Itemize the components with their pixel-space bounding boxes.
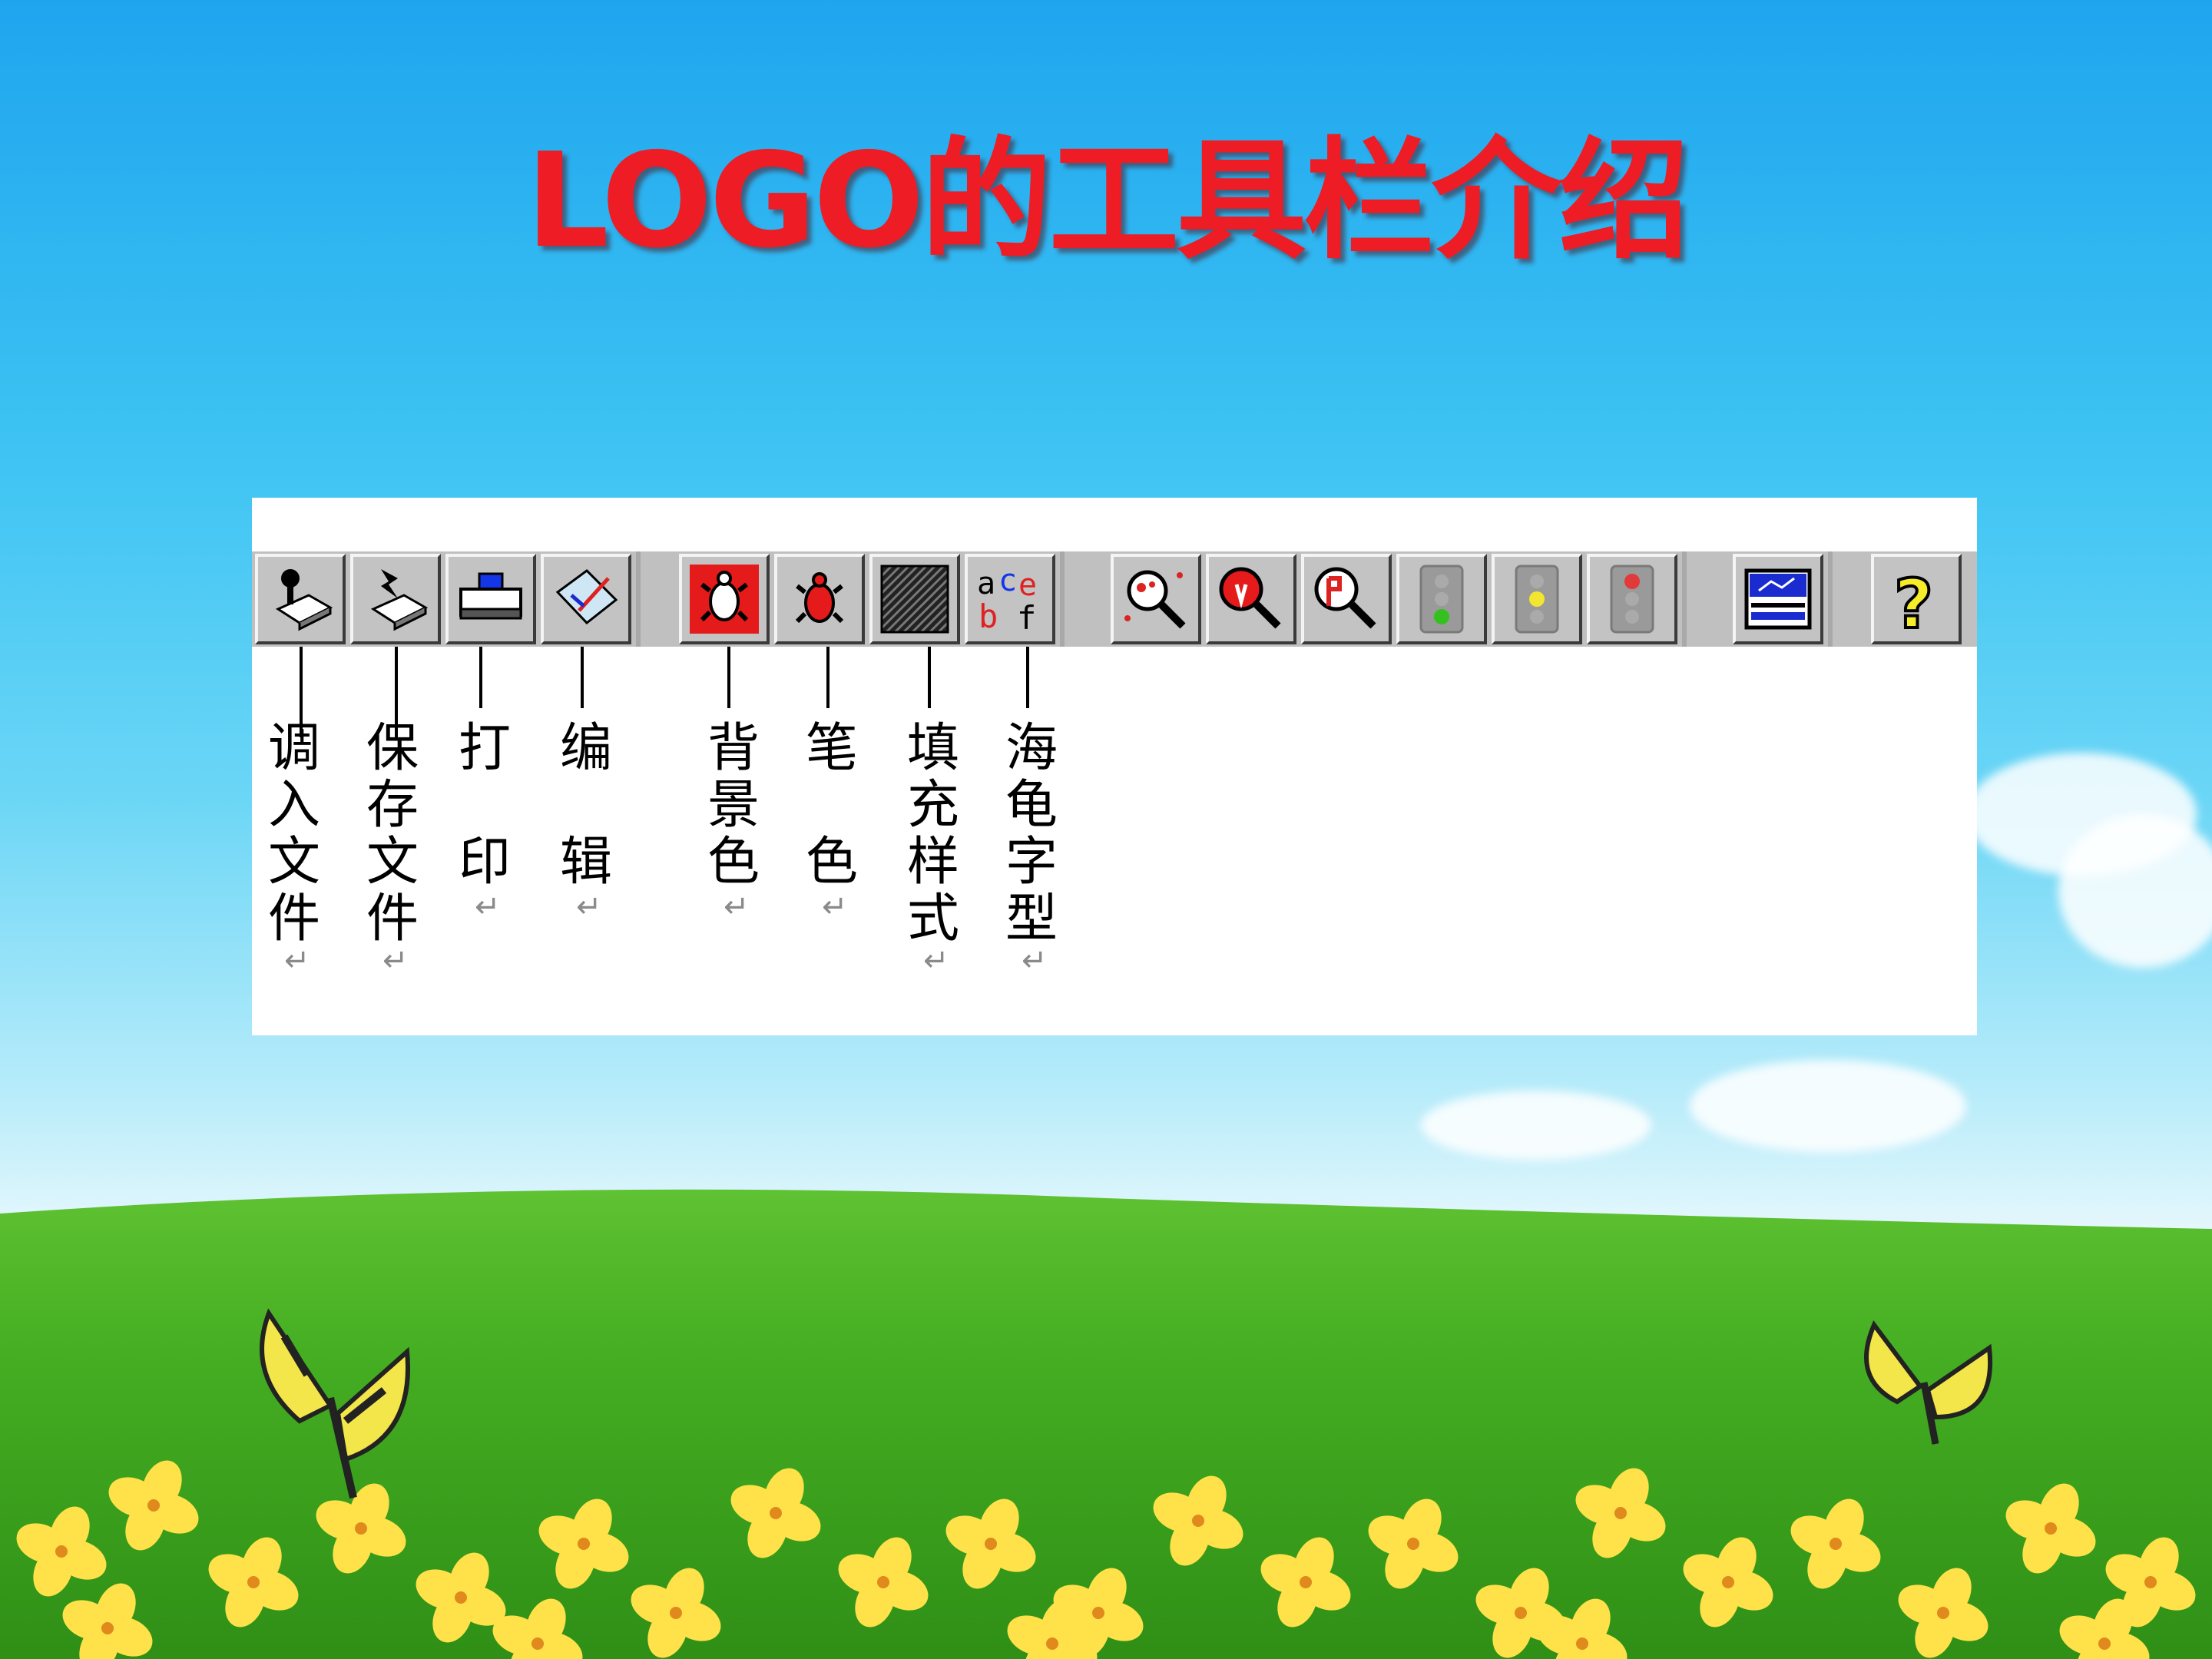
run-green-button[interactable] (1396, 554, 1487, 644)
zoom-in-icon (1219, 567, 1281, 629)
leader-line (1026, 647, 1029, 708)
screen-button[interactable] (1733, 554, 1823, 644)
slide: LOGO的工具栏介绍 a c e b f ? 调 入 文 件 保 存 文 件 打… (0, 0, 2212, 1659)
run-yellow-button[interactable] (1492, 554, 1582, 644)
leader-line (928, 647, 931, 708)
svg-text:e: e (1018, 568, 1037, 603)
cloud (1421, 1091, 1651, 1160)
zoom-button[interactable] (1111, 554, 1201, 644)
stop-red-button[interactable] (1587, 554, 1677, 644)
background-color-button[interactable] (679, 554, 770, 644)
label-load-file: 调 入 文 件 (267, 718, 320, 949)
label-save-file: 保 存 文 件 (366, 718, 419, 949)
flower-center (877, 1576, 889, 1588)
leader-line (581, 647, 584, 708)
leader-line (826, 647, 830, 708)
screen-icon (1744, 568, 1812, 630)
leader-line (727, 647, 730, 708)
flower-center (455, 1591, 467, 1604)
load-file-button[interactable] (255, 554, 346, 644)
label-turtle-font: 海 龟 字 型 (1005, 718, 1058, 949)
cloud (1690, 1060, 1966, 1152)
butterfly-left (260, 1308, 410, 1499)
flower-center (101, 1622, 114, 1634)
traffic-light-green-icon (1419, 565, 1464, 634)
flower-center (1515, 1607, 1527, 1619)
turtle-background-icon (690, 565, 759, 634)
help-button[interactable]: ? (1871, 554, 1962, 644)
label-pen-color: 笔 色 (805, 718, 858, 892)
flower-center (1576, 1637, 1588, 1650)
flower-center (531, 1637, 544, 1650)
paragraph-mark: ↵ (822, 889, 848, 925)
toolbar-separator (636, 551, 641, 647)
butterfly-right (1864, 1320, 1993, 1445)
toolbar-separator (1682, 551, 1687, 647)
flower-center (1407, 1538, 1419, 1550)
flower-center (1092, 1607, 1104, 1619)
flower-center (1614, 1507, 1627, 1519)
zoom-out-icon (1314, 567, 1376, 629)
zoom-icon (1124, 570, 1186, 629)
print-button[interactable] (445, 554, 536, 644)
flower-center (2144, 1576, 2157, 1588)
flower-center (578, 1538, 590, 1550)
turtle-font-button[interactable]: a c e b f (965, 554, 1055, 644)
paragraph-mark: ↵ (475, 889, 501, 925)
cloud (2058, 814, 2212, 968)
leader-line (479, 647, 482, 708)
paragraph-mark: ↵ (1022, 943, 1048, 979)
flower-center (2045, 1522, 2057, 1535)
label-fill-pattern: 填 充 样 式 (906, 718, 959, 949)
paragraph-mark: ↵ (382, 943, 409, 979)
turtle-font-icon: a c e b f (977, 563, 1037, 637)
flower-center (2098, 1637, 2111, 1650)
flower-center (1830, 1538, 1842, 1550)
zoom-out-button[interactable] (1301, 554, 1392, 644)
flower-center (147, 1499, 160, 1512)
flower-center (985, 1538, 997, 1550)
traffic-light-yellow-icon (1515, 565, 1559, 634)
traffic-light-red-icon (1610, 565, 1654, 634)
turtle-pen-icon (795, 572, 844, 624)
toolbar-separator (1060, 551, 1065, 647)
edit-button[interactable] (541, 554, 631, 644)
flower-center (1046, 1637, 1058, 1650)
svg-text:a: a (977, 566, 995, 601)
flower-center (355, 1522, 367, 1535)
label-edit: 编 辑 (559, 718, 612, 892)
svg-text:?: ? (1894, 565, 1933, 637)
pen-color-button[interactable] (774, 554, 865, 644)
flower-center (1300, 1576, 1312, 1588)
flower-center (1192, 1515, 1204, 1527)
fill-pattern-button[interactable] (869, 554, 960, 644)
label-background-color: 背 景 色 (707, 718, 760, 892)
fill-pattern-icon (880, 565, 949, 634)
flower-center (247, 1576, 260, 1588)
svg-text:b: b (979, 598, 998, 635)
paragraph-mark: ↵ (284, 943, 310, 979)
flower-center (1722, 1576, 1734, 1588)
label-print: 打 印 (458, 718, 511, 892)
svg-text:c: c (998, 563, 1017, 598)
paragraph-mark: ↵ (923, 943, 949, 979)
flower-center (55, 1545, 68, 1558)
flower-center (670, 1607, 682, 1619)
paragraph-mark: ↵ (724, 889, 750, 925)
toolbar-separator (1828, 551, 1833, 647)
toolbar-illustration: a c e b f ? 调 入 文 件 保 存 文 件 打 印 编 辑 背 景 … (252, 498, 1977, 1035)
slide-title: LOGO的工具栏介绍 (525, 125, 1690, 277)
svg-text:f: f (1017, 599, 1036, 637)
save-file-button[interactable] (350, 554, 441, 644)
save-file-icon (370, 569, 429, 631)
printer-icon (459, 572, 522, 620)
logo-toolbar: a c e b f ? (252, 551, 1977, 647)
flower-center (770, 1507, 782, 1519)
flower-center (1937, 1607, 1949, 1619)
load-file-icon (275, 569, 333, 631)
help-icon: ? (1892, 563, 1935, 637)
zoom-in-button[interactable] (1206, 554, 1296, 644)
edit-icon (555, 569, 618, 625)
paragraph-mark: ↵ (576, 889, 602, 925)
